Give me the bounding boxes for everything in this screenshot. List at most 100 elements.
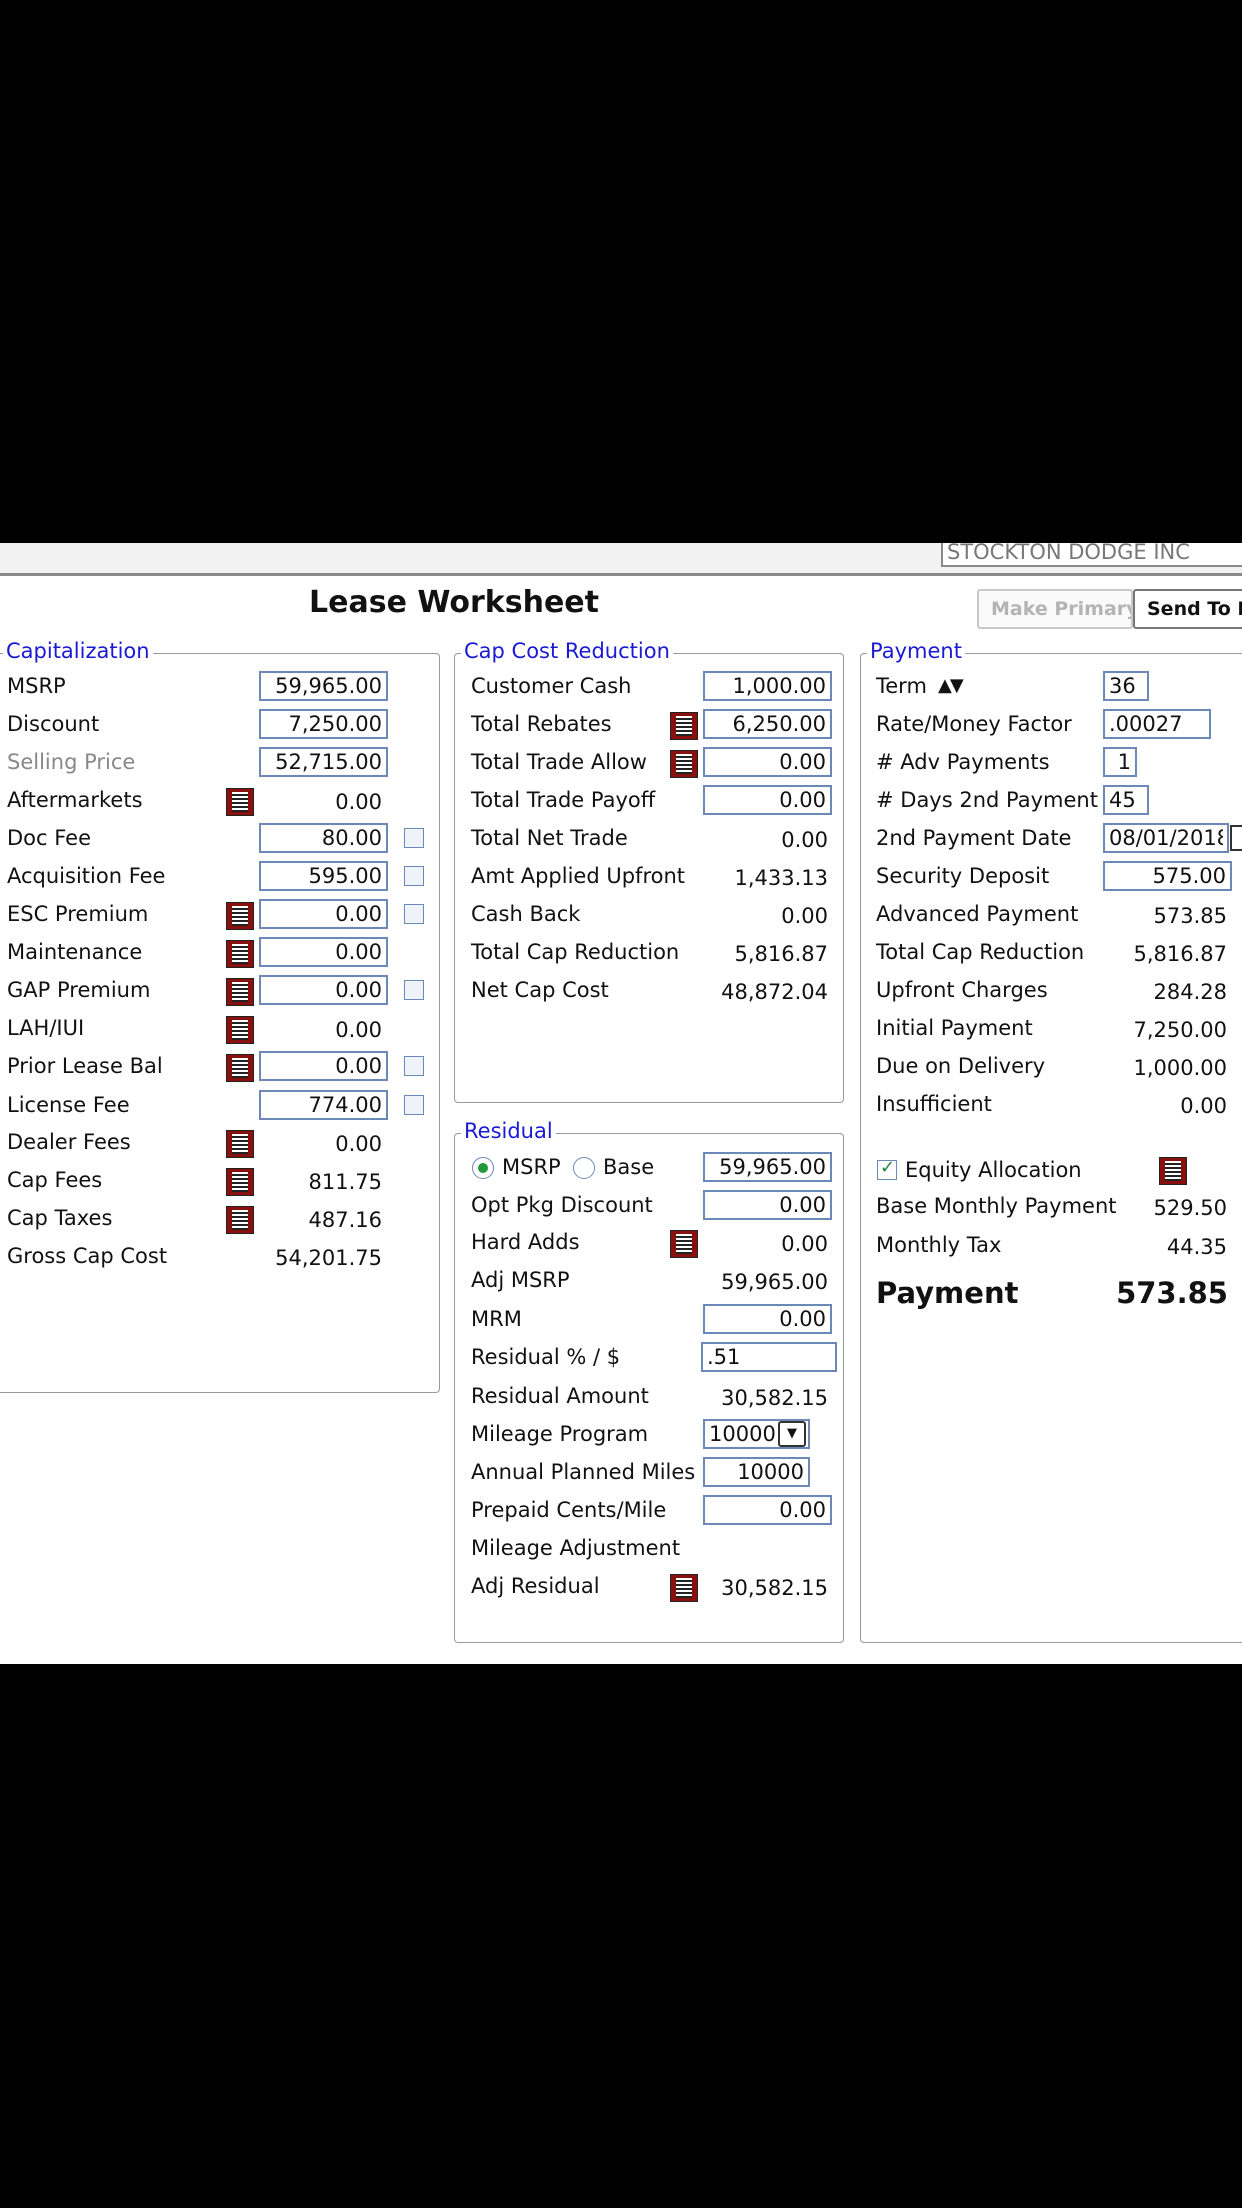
upfront-charges-value: 284.28 — [1153, 980, 1227, 1004]
calculator-icon[interactable] — [226, 1016, 254, 1044]
acquisition-fee-checkbox[interactable] — [404, 866, 424, 886]
due-on-delivery-value: 1,000.00 — [1133, 1056, 1227, 1080]
acquisition-fee-label: Acquisition Fee — [7, 864, 166, 888]
msrp-radio[interactable] — [472, 1157, 494, 1179]
total-trade-allow-label: Total Trade Allow — [471, 750, 647, 774]
residual-amount-label: Residual Amount — [471, 1384, 649, 1408]
payment-legend[interactable]: Payment — [867, 638, 965, 664]
gap-premium-checkbox[interactable] — [404, 980, 424, 1000]
aftermarkets-label: Aftermarkets — [7, 788, 143, 812]
adj-residual-label: Adj Residual — [471, 1574, 600, 1598]
doc-fee-checkbox[interactable] — [404, 828, 424, 848]
capitalization-legend[interactable]: Capitalization — [3, 638, 153, 664]
security-deposit-input[interactable] — [1103, 861, 1232, 891]
total-net-trade-value: 0.00 — [781, 828, 828, 852]
mrm-input[interactable] — [703, 1304, 832, 1334]
adv-payments-input[interactable] — [1103, 747, 1137, 777]
esc-premium-checkbox[interactable] — [404, 904, 424, 924]
calculator-icon[interactable] — [670, 712, 698, 740]
calculator-icon[interactable] — [670, 750, 698, 778]
residual-base-input[interactable] — [703, 1152, 832, 1182]
rate-money-factor-label: Rate/Money Factor — [876, 712, 1072, 736]
license-fee-input[interactable] — [259, 1090, 388, 1120]
opt-pkg-discount-input[interactable] — [703, 1190, 832, 1220]
gap-premium-input[interactable] — [259, 975, 388, 1005]
prior-lease-bal-checkbox[interactable] — [404, 1056, 424, 1076]
page-title: Lease Worksheet — [309, 585, 599, 620]
total-rebates-input[interactable] — [703, 709, 832, 739]
gap-premium-label: GAP Premium — [7, 978, 151, 1002]
residual-legend[interactable]: Residual — [461, 1118, 556, 1144]
hard-adds-label: Hard Adds — [471, 1230, 580, 1254]
base-radio-label: Base — [603, 1155, 655, 1179]
esc-premium-input[interactable] — [259, 899, 388, 929]
discount-input[interactable] — [259, 709, 388, 739]
calculator-icon[interactable] — [226, 788, 254, 816]
payment-total-cap-reduction-value: 5,816.87 — [1133, 942, 1227, 966]
calculator-icon[interactable] — [226, 1168, 254, 1196]
checkmark-icon: ✓ — [880, 1157, 896, 1178]
send-to-button[interactable]: Send To F — [1133, 589, 1242, 629]
dealer-fees-value: 0.00 — [335, 1132, 382, 1156]
2nd-payment-date-input[interactable] — [1103, 823, 1229, 853]
acquisition-fee-input[interactable] — [259, 861, 388, 891]
cap-taxes-label: Cap Taxes — [7, 1206, 113, 1230]
dealer-fees-label: Dealer Fees — [7, 1130, 131, 1154]
equity-allocation-checkbox[interactable]: ✓ — [877, 1157, 897, 1180]
cap-taxes-value: 487.16 — [308, 1208, 382, 1232]
advanced-payment-value: 573.85 — [1153, 904, 1227, 928]
msrp-radio-label: MSRP — [502, 1155, 561, 1179]
msrp-input[interactable] — [259, 671, 388, 701]
payment-total-label: Payment — [876, 1276, 1019, 1310]
total-trade-allow-input[interactable] — [703, 747, 832, 777]
calculator-icon[interactable] — [1159, 1157, 1187, 1185]
prior-lease-bal-input[interactable] — [259, 1051, 388, 1081]
calculator-icon[interactable] — [226, 902, 254, 930]
opt-pkg-discount-label: Opt Pkg Discount — [471, 1193, 653, 1217]
esc-premium-label: ESC Premium — [7, 902, 149, 926]
up-down-arrows-icon[interactable]: ▲▼ — [938, 674, 964, 698]
initial-payment-value: 7,250.00 — [1133, 1018, 1227, 1042]
cap-fees-value: 811.75 — [308, 1170, 382, 1194]
dealer-name-field[interactable]: STOCKTON DODGE INC — [941, 543, 1242, 567]
top-strip: STOCKTON DODGE INC — [0, 543, 1242, 576]
upfront-charges-label: Upfront Charges — [876, 978, 1048, 1002]
calculator-icon[interactable] — [226, 1054, 254, 1082]
total-trade-payoff-input[interactable] — [703, 785, 832, 815]
residual-legend-text: Residual — [464, 1119, 553, 1143]
prepaid-cents-mile-input[interactable] — [703, 1495, 832, 1525]
hard-adds-value: 0.00 — [781, 1232, 828, 1256]
doc-fee-input[interactable] — [259, 823, 388, 853]
calculator-icon[interactable] — [670, 1574, 698, 1602]
calculator-icon[interactable] — [670, 1230, 698, 1258]
calculator-icon[interactable] — [226, 978, 254, 1006]
monthly-tax-value: 44.35 — [1166, 1235, 1227, 1259]
residual-percent-label: Residual % / $ — [471, 1345, 621, 1369]
2nd-payment-date-label: 2nd Payment Date — [876, 826, 1072, 850]
calculator-icon[interactable] — [226, 940, 254, 968]
make-primary-button[interactable]: Make Primary — [977, 589, 1133, 629]
selling-price-input[interactable] — [259, 747, 388, 777]
adj-residual-value: 30,582.15 — [721, 1576, 828, 1600]
days-2nd-payment-input[interactable] — [1103, 785, 1149, 815]
mileage-program-label: Mileage Program — [471, 1422, 649, 1446]
maintenance-input[interactable] — [259, 937, 388, 967]
calculator-icon[interactable] — [226, 1130, 254, 1158]
customer-cash-input[interactable] — [703, 671, 832, 701]
license-fee-checkbox[interactable] — [404, 1095, 424, 1115]
adj-msrp-value: 59,965.00 — [721, 1270, 828, 1294]
selling-price-label: Selling Price — [7, 750, 136, 774]
calculator-icon[interactable] — [226, 1206, 254, 1234]
residual-percent-input[interactable] — [701, 1342, 837, 1372]
calendar-icon[interactable] — [1230, 825, 1242, 851]
total-cap-reduction-label: Total Cap Reduction — [471, 940, 680, 964]
mrm-label: MRM — [471, 1307, 522, 1331]
annual-planned-miles-input[interactable] — [703, 1457, 810, 1487]
net-cap-cost-value: 48,872.04 — [721, 980, 828, 1004]
base-radio[interactable] — [573, 1157, 595, 1179]
rate-money-factor-input[interactable] — [1103, 709, 1211, 739]
term-input[interactable] — [1103, 671, 1149, 701]
initial-payment-label: Initial Payment — [876, 1016, 1033, 1040]
chevron-down-icon[interactable]: ▼ — [778, 1421, 806, 1447]
cap-cost-reduction-legend[interactable]: Cap Cost Reduction — [461, 638, 673, 664]
